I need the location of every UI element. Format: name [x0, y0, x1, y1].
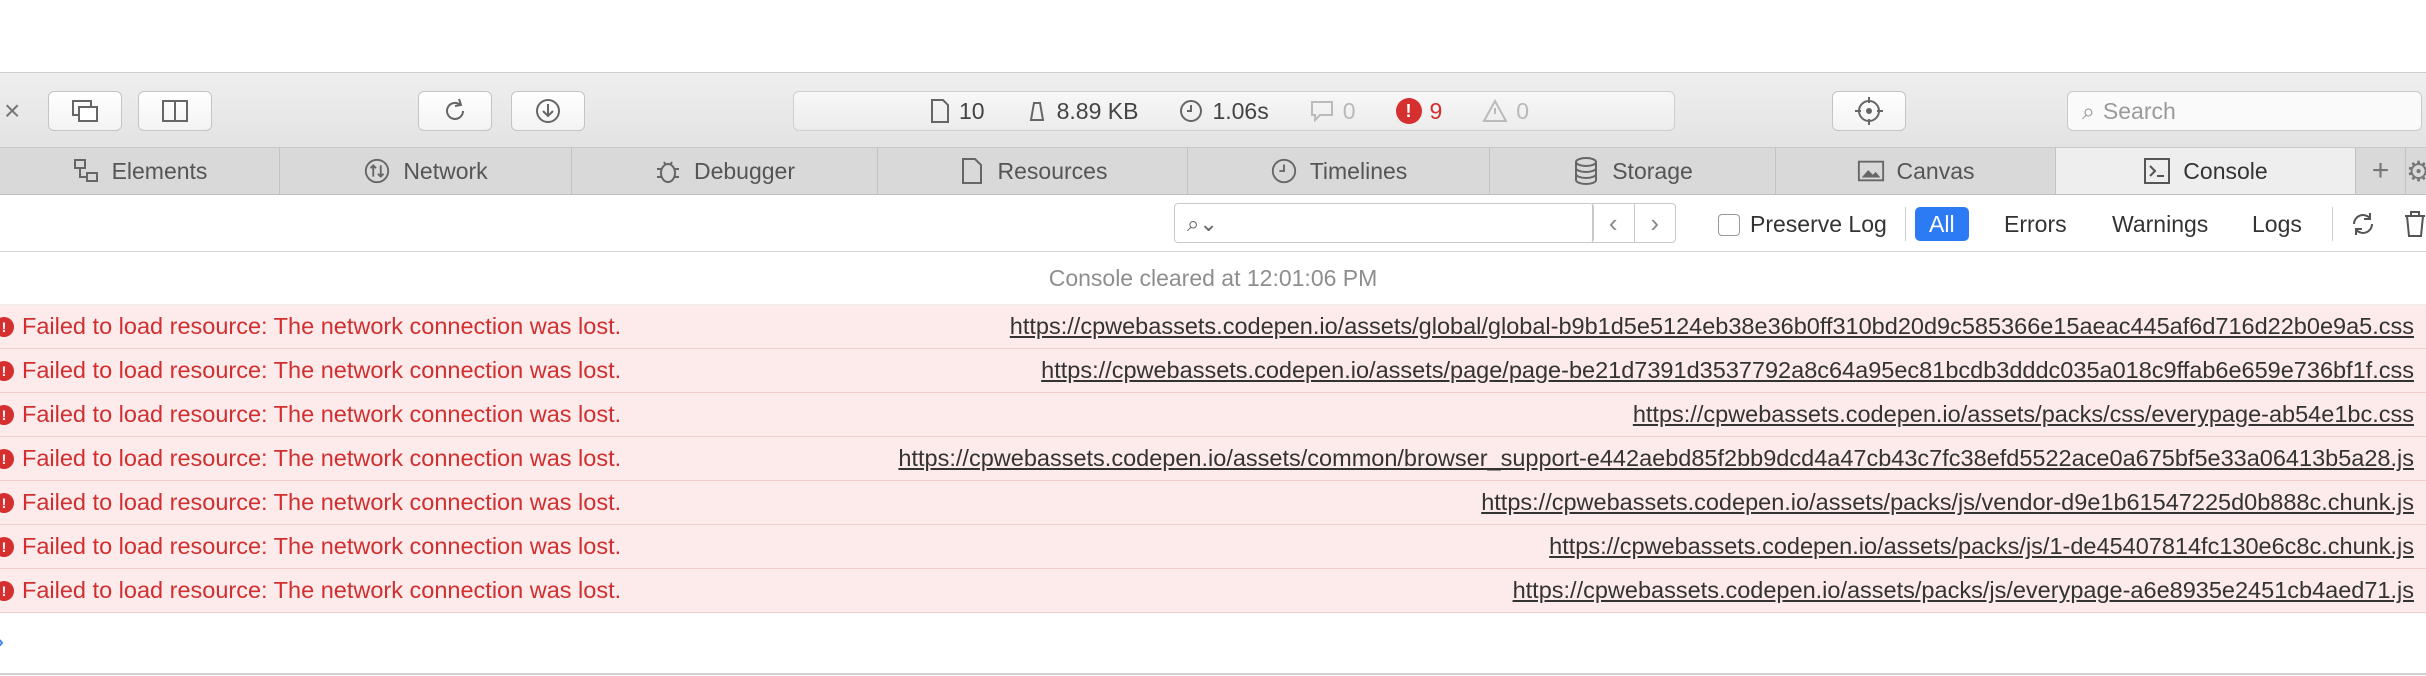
level-logs-button[interactable]: Logs — [2238, 207, 2316, 241]
download-icon — [536, 99, 560, 123]
level-all-button[interactable]: All — [1915, 207, 1969, 241]
filter-search-icon: ⌕⌄ — [1187, 211, 1218, 236]
resource-size[interactable]: 8.89 KB — [1025, 98, 1138, 125]
network-icon — [363, 157, 391, 185]
close-icon[interactable]: × — [4, 95, 20, 127]
warning-icon — [1482, 99, 1508, 122]
tab-resources[interactable]: Resources — [878, 148, 1188, 194]
console-error-row[interactable]: ! Failed to load resource: The network c… — [0, 437, 2426, 481]
weight-icon — [1029, 102, 1044, 121]
crosshair-icon — [1855, 97, 1883, 125]
error-icon: ! — [0, 537, 14, 557]
error-icon: ! — [0, 405, 14, 425]
error-icon: ! — [0, 361, 14, 381]
errors-count[interactable]: ! 9 — [1395, 98, 1442, 125]
canvas-icon — [1857, 157, 1885, 185]
warnings-count[interactable]: 0 — [1482, 98, 1529, 125]
resource-link[interactable]: https://cpwebassets.codepen.io/assets/pa… — [1549, 533, 2414, 560]
bottom-divider — [0, 673, 2426, 675]
speech-bubble-icon — [1310, 101, 1333, 123]
download-button[interactable] — [511, 91, 585, 131]
trash-icon — [2405, 211, 2425, 237]
clear-console-button[interactable] — [2394, 207, 2426, 241]
add-tab-button[interactable]: + — [2356, 148, 2406, 194]
split-view-icon — [162, 100, 188, 122]
gear-icon: ⚙ — [2406, 155, 2426, 187]
resource-link[interactable]: https://cpwebassets.codepen.io/assets/co… — [898, 445, 2414, 472]
refresh-icon — [2353, 213, 2373, 235]
console-error-row[interactable]: ! Failed to load resource: The network c… — [0, 305, 2426, 349]
window-top-area — [0, 0, 2426, 72]
level-errors-button[interactable]: Errors — [1990, 207, 2081, 241]
console-error-row[interactable]: ! Failed to load resource: The network c… — [0, 393, 2426, 437]
resource-link[interactable]: https://cpwebassets.codepen.io/assets/gl… — [1010, 313, 2414, 340]
next-match-button[interactable]: › — [1633, 204, 1676, 242]
console-error-row[interactable]: ! Failed to load resource: The network c… — [0, 525, 2426, 569]
preserve-log-toggle[interactable]: Preserve Log — [1718, 211, 1887, 238]
console-prompt-icon[interactable]: › — [0, 628, 4, 656]
error-icon: ! — [0, 449, 14, 469]
tab-network[interactable]: Network — [280, 148, 572, 194]
undock-button[interactable] — [48, 91, 122, 131]
activity-viewer: 10 8.89 KB 1.06s 0 ! 9 0 — [793, 91, 1675, 131]
search-icon: ⌕ — [2082, 97, 2095, 124]
debugger-icon — [654, 157, 682, 185]
resource-link[interactable]: https://cpwebassets.codepen.io/assets/pa… — [1481, 489, 2414, 516]
tab-elements[interactable]: Elements — [0, 148, 280, 194]
console-log: Console cleared at 12:01:06 PM ! Failed … — [0, 253, 2426, 676]
reload-button[interactable] — [418, 91, 492, 131]
tab-canvas[interactable]: Canvas — [1776, 148, 2056, 194]
clock-icon — [1180, 100, 1203, 122]
windows-icon — [72, 100, 98, 122]
console-error-row[interactable]: ! Failed to load resource: The network c… — [0, 349, 2426, 393]
reload-console-button[interactable] — [2340, 207, 2386, 241]
dock-side-button[interactable] — [138, 91, 212, 131]
previous-match-button[interactable]: ‹ — [1592, 204, 1634, 242]
document-icon — [931, 99, 949, 123]
tab-debugger[interactable]: Debugger — [572, 148, 878, 194]
console-cleared-message: Console cleared at 12:01:06 PM — [0, 253, 2426, 305]
reload-icon — [446, 98, 464, 120]
elements-icon — [72, 157, 100, 185]
storage-icon — [1572, 157, 1600, 186]
console-filter-input[interactable]: ⌕⌄ — [1174, 203, 1594, 243]
logs-count[interactable]: 0 — [1309, 98, 1356, 125]
filter-navigation: ‹ › — [1592, 203, 1676, 243]
console-error-row[interactable]: ! Failed to load resource: The network c… — [0, 481, 2426, 525]
search-input[interactable]: ⌕ Search — [2067, 91, 2422, 131]
divider — [1905, 207, 1906, 241]
plus-icon: + — [2371, 154, 2390, 187]
console-filter-bar: ⌕⌄ ‹ › Preserve Log All Errors Warnings … — [0, 195, 2426, 252]
tab-console[interactable]: Console — [2056, 148, 2356, 194]
tab-timelines[interactable]: Timelines — [1188, 148, 1490, 194]
error-icon: ! — [0, 493, 14, 513]
preserve-log-checkbox[interactable] — [1718, 213, 1740, 236]
level-warnings-button[interactable]: Warnings — [2098, 207, 2222, 241]
error-icon: ! — [1395, 98, 1422, 124]
resource-count[interactable]: 10 — [929, 98, 985, 125]
tab-bar: Elements Network Debugger Resources Time… — [0, 148, 2426, 195]
resources-icon — [958, 157, 986, 185]
element-selection-button[interactable] — [1832, 91, 1906, 131]
error-icon: ! — [0, 317, 14, 337]
error-icon: ! — [0, 581, 14, 601]
resource-link[interactable]: https://cpwebassets.codepen.io/assets/pa… — [1633, 401, 2414, 428]
settings-button[interactable]: ⚙ — [2406, 148, 2426, 194]
resource-link[interactable]: https://cpwebassets.codepen.io/assets/pa… — [1513, 577, 2414, 604]
devtools-toolbar: × 10 8.89 KB 1.06s 0 ! 9 0 ⌕ Search — [0, 72, 2426, 148]
divider — [2332, 207, 2333, 241]
tab-storage[interactable]: Storage — [1490, 148, 1776, 194]
resource-link[interactable]: https://cpwebassets.codepen.io/assets/pa… — [1041, 357, 2414, 384]
load-time[interactable]: 1.06s — [1178, 98, 1269, 125]
timelines-icon — [1270, 157, 1298, 185]
console-error-row[interactable]: ! Failed to load resource: The network c… — [0, 569, 2426, 613]
console-icon — [2143, 157, 2171, 185]
